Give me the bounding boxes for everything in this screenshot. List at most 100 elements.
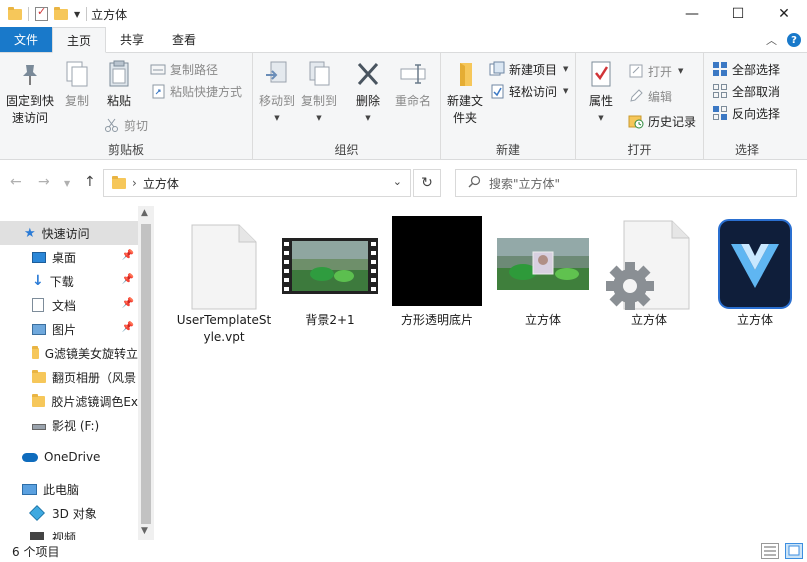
chevron-right-icon[interactable]: › — [132, 176, 137, 190]
organize-group: 移动到 ▼ 复制到 ▼ 删除 ▼ 重命名 组织 — [253, 53, 441, 160]
pin-icon: 📌 — [121, 298, 134, 309]
scroll-down-icon[interactable]: ▼ — [141, 526, 148, 536]
divider — [86, 7, 88, 21]
nav-item-label: 视频 — [52, 530, 77, 541]
nav-item-label: G滤镜美女旋转立 — [44, 346, 138, 361]
paste-shortcut-label: 粘贴快捷方式 — [170, 84, 243, 99]
move-to-button[interactable]: 移动到 ▼ — [259, 59, 295, 127]
delete-button[interactable]: 删除 ▼ — [353, 59, 383, 127]
tab-share[interactable]: 共享 — [106, 27, 158, 52]
paste-shortcut-button[interactable]: 粘贴快捷方式 — [150, 81, 242, 101]
divider — [28, 7, 29, 21]
open-group: 属性 ▼ 打开 ▼ 编辑 历史记录 打开 — [576, 53, 704, 160]
back-arrow-icon[interactable]: ← — [10, 174, 22, 190]
forward-arrow-icon[interactable]: → — [38, 174, 50, 190]
nav-item-onedrive[interactable]: OneDrive — [0, 445, 138, 469]
search-icon — [468, 175, 481, 191]
new-folder-button[interactable]: 新建文件夹 — [445, 59, 485, 127]
folder-icon — [32, 369, 46, 383]
file-item[interactable]: 背景2+1 — [278, 214, 382, 329]
chevron-down-icon[interactable]: ⌄ — [393, 175, 402, 188]
file-item[interactable]: 方形透明底片 — [385, 214, 489, 329]
scrollbar-thumb[interactable] — [141, 224, 151, 524]
scroll-up-icon[interactable]: ▲ — [141, 208, 148, 218]
nav-item-label: 胶片滤镜调色Ex — [51, 394, 138, 409]
copy-path-button[interactable]: 复制路径 — [150, 59, 218, 79]
maximize-button[interactable]: ☐ — [715, 0, 761, 28]
rename-label: 重命名 — [394, 94, 431, 108]
nav-item-videos[interactable]: 视频 — [0, 525, 138, 540]
nav-item-folder[interactable]: 胶片滤镜调色Ex — [0, 389, 138, 413]
nav-scrollbar[interactable]: ▲ ▼ — [138, 206, 154, 540]
new-item-button[interactable]: 新建项目 ▼ — [489, 59, 568, 79]
tab-home[interactable]: 主页 — [52, 27, 107, 53]
copy-path-icon — [150, 61, 166, 77]
address-bar[interactable]: › 立方体 ⌄ — [103, 169, 411, 197]
copy-to-icon — [304, 59, 334, 89]
recent-locations-chevron-icon[interactable]: ▼ — [64, 179, 70, 188]
nav-item-folder[interactable]: 翻页相册（风景 — [0, 365, 138, 389]
pin-to-quick-access-button[interactable]: 固定到快速访问 — [4, 59, 56, 127]
clipboard-group-label: 剪贴板 — [107, 143, 144, 157]
address-path[interactable]: 立方体 — [143, 175, 179, 192]
select-all-button[interactable]: 全部选择 — [712, 59, 780, 79]
search-placeholder: 搜索"立方体" — [489, 176, 561, 191]
nav-item-folder[interactable]: G滤镜美女旋转立 — [0, 341, 138, 365]
nav-item-desktop[interactable]: 桌面 📌 — [0, 245, 138, 269]
history-button[interactable]: 历史记录 — [628, 111, 696, 131]
paste-label: 粘贴 — [106, 94, 131, 108]
easy-access-button[interactable]: 轻松访问 ▼ — [489, 81, 568, 101]
cut-button[interactable]: 剪切 — [104, 115, 148, 135]
help-icon[interactable]: ? — [787, 33, 801, 47]
nav-item-pictures[interactable]: 图片 📌 — [0, 317, 138, 341]
nav-item-downloads[interactable]: ↓ 下载 📌 — [0, 269, 138, 293]
rename-button[interactable]: 重命名 — [393, 59, 433, 110]
easy-access-label: 轻松访问 — [509, 84, 558, 99]
nav-item-label: 3D 对象 — [52, 506, 97, 521]
properties-icon[interactable] — [35, 5, 48, 21]
properties-icon — [586, 59, 616, 89]
edit-button[interactable]: 编辑 — [628, 86, 672, 106]
new-folder-icon[interactable] — [54, 6, 68, 20]
nav-item-this-pc[interactable]: 此电脑 — [0, 477, 138, 501]
new-group: 新建文件夹 新建项目 ▼ 轻松访问 ▼ 新建 — [441, 53, 576, 160]
nav-item-label: 下载 — [49, 274, 74, 289]
chevron-down-icon[interactable]: ▼ — [74, 10, 80, 19]
refresh-button[interactable]: ↻ — [413, 169, 441, 197]
minimize-button[interactable]: — — [669, 0, 715, 28]
file-item[interactable]: 立方体 — [491, 214, 595, 329]
search-input[interactable]: 搜索"立方体" — [455, 169, 797, 197]
large-icons-view-icon — [788, 545, 800, 556]
file-item[interactable]: UserTemplateStyle.vpt — [172, 214, 276, 346]
pin-icon: 📌 — [121, 250, 134, 261]
collapse-ribbon-icon[interactable]: ︿ — [766, 32, 777, 48]
nav-item-drive[interactable]: 影视 (F:) — [0, 413, 138, 437]
select-none-button[interactable]: 全部取消 — [712, 81, 780, 101]
file-item[interactable]: 立方体 — [597, 214, 701, 329]
chevron-down-icon: ▼ — [563, 65, 569, 73]
file-item[interactable]: 立方体 — [703, 214, 807, 329]
copy-path-label: 复制路径 — [170, 62, 219, 77]
nav-item-3d-objects[interactable]: 3D 对象 — [0, 501, 138, 525]
up-arrow-icon[interactable]: ↑ — [84, 174, 96, 190]
close-button[interactable]: ✕ — [761, 0, 807, 28]
nav-item-quick-access[interactable]: ★ 快速访问 — [0, 221, 138, 245]
tab-view[interactable]: 查看 — [158, 27, 210, 52]
nav-item-documents[interactable]: 文档 📌 — [0, 293, 138, 317]
large-icons-view-button[interactable] — [785, 543, 803, 559]
video-thumbnail-icon — [282, 214, 378, 310]
tab-file[interactable]: 文件 — [0, 27, 52, 52]
folder-icon — [8, 6, 22, 20]
open-button[interactable]: 打开 ▼ — [628, 61, 683, 81]
edit-label: 编辑 — [648, 89, 673, 104]
details-view-button[interactable] — [761, 543, 779, 559]
invert-selection-button[interactable]: 反向选择 — [712, 103, 780, 123]
copy-to-button[interactable]: 复制到 ▼ — [301, 59, 337, 127]
copy-button[interactable]: 复制 — [62, 59, 92, 110]
file-name: 立方体 — [524, 313, 561, 327]
edit-icon — [628, 88, 644, 104]
invert-selection-icon — [712, 105, 728, 121]
paste-button[interactable]: 粘贴 — [102, 59, 136, 110]
properties-button[interactable]: 属性 ▼ — [584, 59, 618, 127]
file-list: UserTemplateStyle.vpt 背景2+1 方形透明底片 立方体 立… — [160, 206, 807, 540]
